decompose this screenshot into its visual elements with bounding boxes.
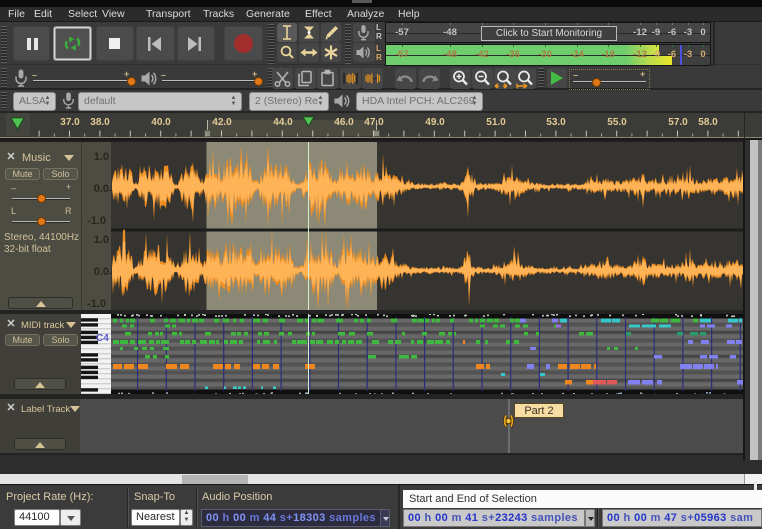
- svg-text:C4: C4: [96, 333, 109, 344]
